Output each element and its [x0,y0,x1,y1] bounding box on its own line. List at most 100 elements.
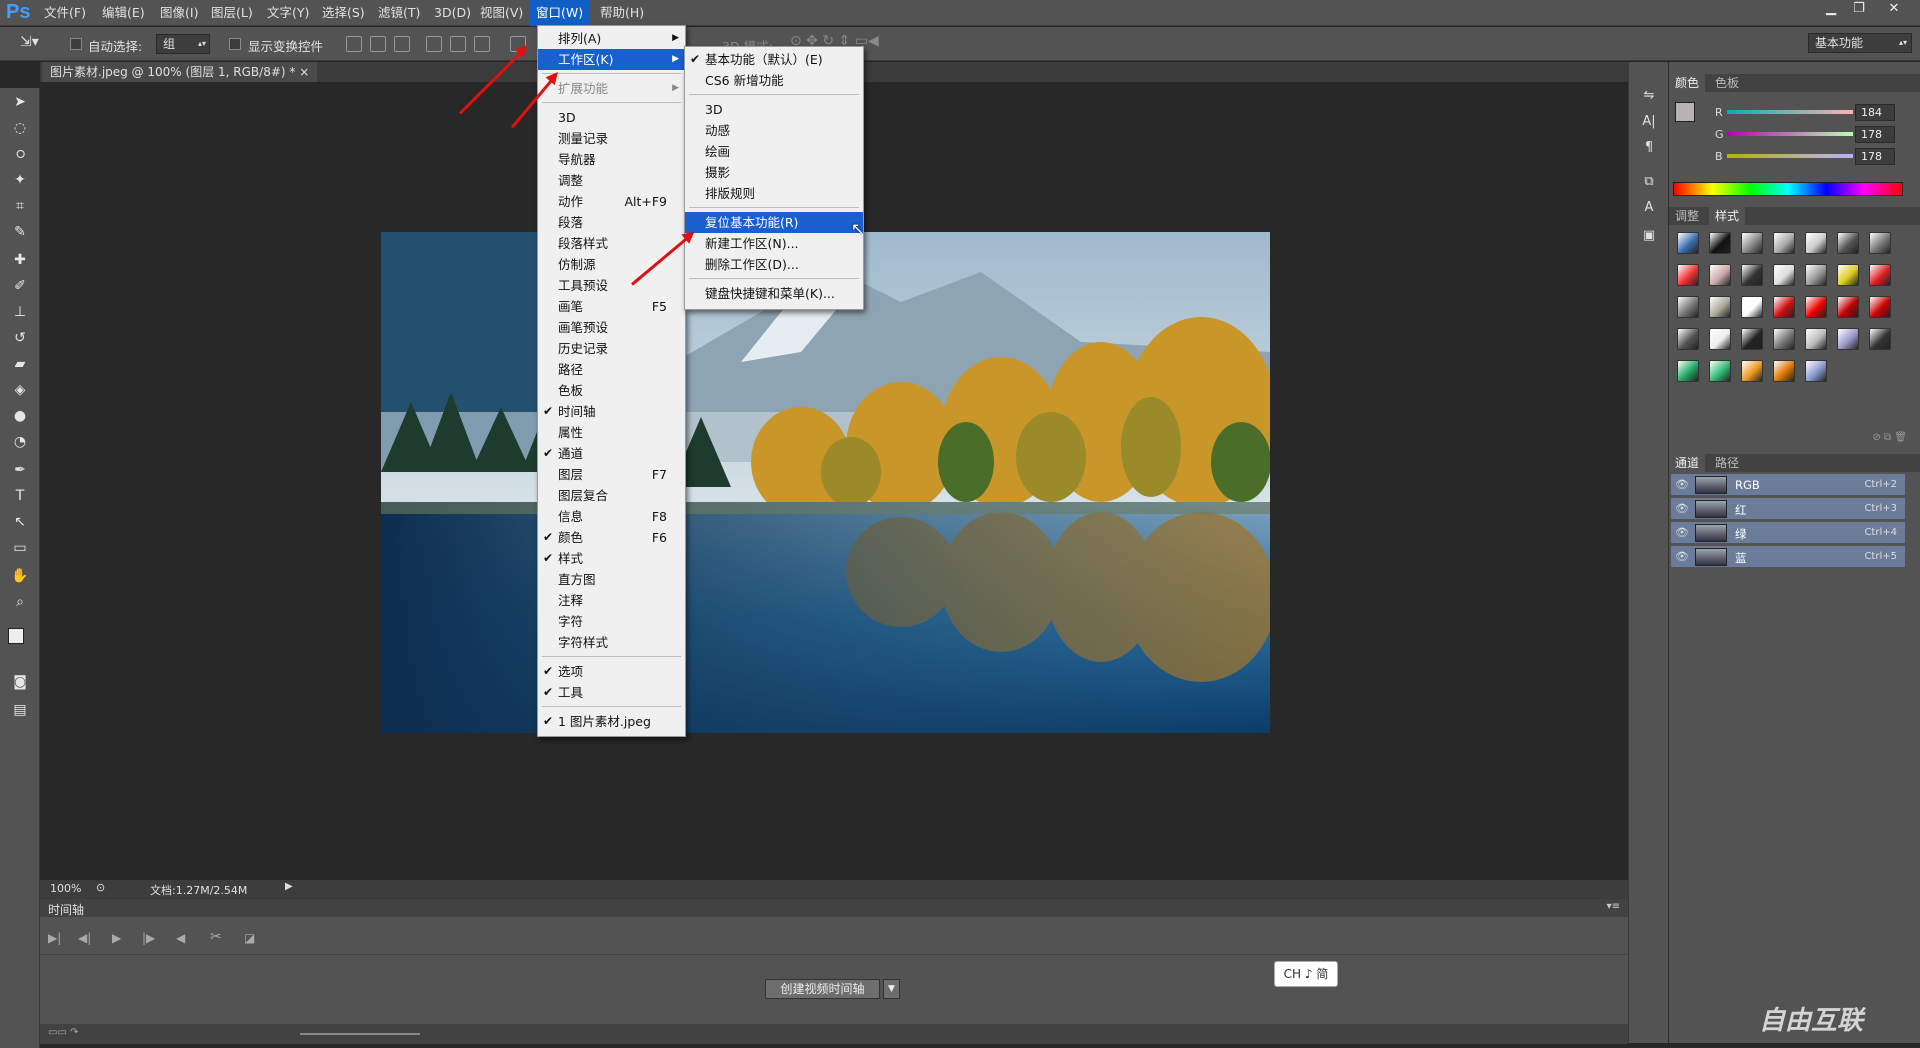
play-icon[interactable]: ▶ [112,931,121,945]
style-swatch[interactable] [1837,296,1859,318]
green-slider[interactable] [1727,132,1853,136]
menu-item[interactable]: ✔ 工具 [538,682,685,703]
align-hcenter-icon[interactable] [450,36,466,52]
style-swatch[interactable] [1741,232,1763,254]
style-swatch[interactable] [1869,232,1891,254]
document-tab[interactable]: 图片素材.jpeg @ 100% (图层 1, RGB/8#) * × [42,62,318,82]
show-transform-checkbox[interactable] [229,38,241,50]
menu-item[interactable]: 历史记录 [538,338,685,359]
close-button[interactable]: ✕ [1876,1,1912,19]
style-swatch[interactable] [1709,296,1731,318]
align-vcenter-icon[interactable] [370,36,386,52]
menu-item[interactable]: CS6 新增功能 [685,70,863,91]
auto-select-checkbox[interactable] [70,38,82,50]
hand-tool-icon[interactable]: ✋ [10,566,30,586]
tab-channels[interactable]: 通道 [1669,454,1706,472]
menu-item[interactable]: 新建工作区(N)... [685,233,863,254]
style-swatch[interactable] [1773,264,1795,286]
properties-icon[interactable]: ▣ [1640,228,1658,246]
timeline-tab[interactable]: 时间轴 [48,901,84,918]
tab-color[interactable]: 颜色 [1669,74,1706,92]
style-swatch[interactable] [1805,296,1827,318]
menu-item[interactable]: 测量记录 [538,128,685,149]
menu-item[interactable]: ✔ 颜色 F6 [538,527,685,548]
channel-row[interactable]: 👁 红 Ctrl+3 [1671,498,1905,520]
style-swatch[interactable] [1773,328,1795,350]
style-swatch[interactable] [1741,264,1763,286]
zoom-slider[interactable] [300,1033,420,1035]
transition-icon[interactable]: ◪ [244,931,255,945]
menu-item[interactable]: 色板 [538,380,685,401]
tab-swatches[interactable]: 色板 [1709,74,1745,92]
menu-item[interactable]: 导航器 [538,149,685,170]
visibility-eye-icon[interactable]: 👁 [1675,550,1689,563]
menu-item[interactable]: 画笔 F5 [538,296,685,317]
menu-5[interactable]: 选择(S) [316,0,371,26]
style-swatch[interactable] [1741,360,1763,382]
style-swatch[interactable] [1677,360,1699,382]
move-tool-icon[interactable]: ➤ [10,92,30,112]
style-swatch[interactable] [1677,264,1699,286]
styles-footer-icons[interactable]: ⊘ ⧉ 🗑 [1669,432,1920,446]
brush-tool-icon[interactable]: ✐ [10,276,30,296]
green-value-input[interactable]: 178 [1855,126,1895,143]
close-tab-icon[interactable]: × [299,65,309,79]
menu-item[interactable]: ✔ 选项 [538,661,685,682]
next-frame-icon[interactable]: |▶ [142,931,155,945]
create-video-timeline-button[interactable]: 创建视频时间轴 [765,979,880,999]
menu-2[interactable]: 图像(I) [154,0,204,26]
visibility-eye-icon[interactable]: 👁 [1675,526,1689,539]
menu-item[interactable]: 动作 Alt+F9 [538,191,685,212]
zoom-tool-icon[interactable]: ⌕ [10,592,30,612]
shape-tool-icon[interactable]: ▭ [10,538,30,558]
restore-button[interactable]: ❐ [1846,1,1872,19]
align-left-icon[interactable] [426,36,442,52]
menu-item[interactable]: 直方图 [538,569,685,590]
menu-item[interactable]: 字符样式 [538,632,685,653]
red-value-input[interactable]: 184 [1855,104,1895,121]
tab-adjustments[interactable]: 调整 [1669,207,1705,225]
menu-7[interactable]: 3D(D) [428,0,477,26]
style-swatch[interactable] [1869,296,1891,318]
character-icon[interactable]: A| [1640,114,1658,132]
menu-item[interactable]: 调整 [538,170,685,191]
menu-item[interactable]: 图层 F7 [538,464,685,485]
menu-item[interactable]: 绘画 [685,141,863,162]
screen-mode-icon[interactable]: ▤ [10,700,30,720]
style-swatch[interactable] [1741,328,1763,350]
menu-item[interactable]: 排列(A) ▶ [538,28,685,49]
marquee-tool-icon[interactable]: ◌ [10,118,30,138]
zoom-level[interactable]: 100% [50,882,81,895]
menu-item[interactable]: ✔ 通道 [538,443,685,464]
go-first-frame-icon[interactable]: ▶| [48,931,61,945]
menu-item[interactable]: 摄影 [685,162,863,183]
split-scissors-icon[interactable]: ✂ [210,929,222,945]
color-spectrum[interactable] [1673,182,1903,196]
history-icon[interactable]: ⇋ [1640,88,1658,106]
audio-icon[interactable]: ◀ [176,931,185,945]
style-swatch[interactable] [1837,328,1859,350]
menu-item[interactable]: 扩展功能 ▶ [538,78,685,99]
minimize-button[interactable]: ▁ [1818,1,1844,19]
auto-select-dropdown[interactable]: 组 ▴▾ [156,34,210,54]
style-swatch[interactable] [1709,232,1731,254]
menu-item[interactable]: 字符 [538,611,685,632]
channel-row[interactable]: 👁 蓝 Ctrl+5 [1671,546,1905,568]
menu-item[interactable]: 画笔预设 [538,317,685,338]
menu-item[interactable]: 路径 [538,359,685,380]
style-swatch[interactable] [1837,232,1859,254]
visibility-eye-icon[interactable]: 👁 [1675,478,1689,491]
red-slider[interactable] [1727,110,1853,114]
menu-item[interactable]: ✔ 时间轴 [538,401,685,422]
style-swatch[interactable] [1773,232,1795,254]
menu-10[interactable]: 帮助(H) [594,0,650,26]
status-menu-arrow-icon[interactable]: ▶ [285,881,293,892]
style-swatch[interactable] [1677,328,1699,350]
crop-tool-icon[interactable]: ⌗ [10,196,30,216]
menu-item[interactable]: 删除工作区(D)... [685,254,863,275]
type-tool-icon[interactable]: T [10,486,30,506]
magic-wand-icon[interactable]: ✦ [10,170,30,190]
menu-item[interactable]: 工具预设 [538,275,685,296]
menu-8[interactable]: 视图(V) [474,0,529,26]
history-brush-icon[interactable]: ↺ [10,328,30,348]
